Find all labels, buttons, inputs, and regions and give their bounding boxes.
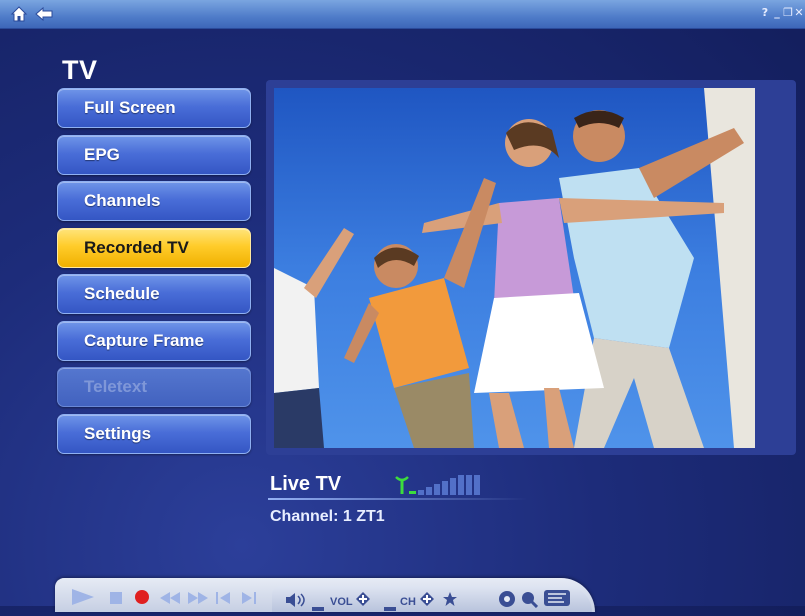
main-menu: Full Screen EPG Channels Recorded TV Sch… bbox=[57, 88, 251, 460]
status-divider bbox=[268, 498, 528, 500]
volume-down-icon[interactable] bbox=[312, 598, 324, 616]
capture-frame-button[interactable]: Capture Frame bbox=[57, 320, 251, 361]
title-bar: ? _ ❐ ✕ bbox=[0, 0, 805, 29]
navigation-pad-icon[interactable] bbox=[498, 590, 516, 613]
skip-back-icon[interactable] bbox=[216, 591, 232, 609]
epg-button[interactable]: EPG bbox=[57, 134, 251, 175]
live-tv-label: Live TV bbox=[270, 473, 342, 495]
page-title: TV bbox=[62, 55, 98, 85]
channel-down-icon[interactable] bbox=[384, 598, 396, 616]
channel-label: CH bbox=[400, 596, 416, 608]
record-icon[interactable] bbox=[134, 589, 150, 610]
volume-up-icon[interactable] bbox=[356, 592, 370, 611]
channels-button[interactable]: Channels bbox=[57, 181, 251, 221]
rewind-icon[interactable] bbox=[160, 591, 180, 609]
schedule-button[interactable]: Schedule bbox=[57, 274, 251, 314]
full-screen-button[interactable]: Full Screen bbox=[57, 88, 251, 128]
recorded-tv-button[interactable]: Recorded TV bbox=[57, 227, 251, 268]
mute-icon[interactable] bbox=[286, 593, 308, 612]
volume-label: VOL bbox=[330, 596, 353, 608]
home-icon[interactable] bbox=[10, 5, 28, 23]
stop-icon[interactable] bbox=[110, 591, 122, 609]
skip-forward-icon[interactable] bbox=[240, 591, 256, 609]
fast-forward-icon[interactable] bbox=[188, 591, 208, 609]
minimize-icon[interactable]: _ bbox=[772, 6, 782, 20]
close-icon[interactable]: ✕ bbox=[794, 6, 804, 20]
channel-up-icon[interactable] bbox=[420, 592, 434, 611]
back-arrow-icon[interactable] bbox=[34, 5, 53, 23]
play-icon[interactable] bbox=[70, 586, 96, 613]
live-video-preview[interactable] bbox=[274, 88, 755, 448]
favorite-channel-icon[interactable] bbox=[442, 591, 458, 612]
help-icon[interactable]: ? bbox=[760, 6, 770, 20]
channel-info: Channel: 1 ZT1 bbox=[270, 508, 385, 525]
zoom-icon[interactable] bbox=[520, 590, 539, 613]
settings-button[interactable]: Settings bbox=[57, 413, 251, 454]
teletext-mode-icon[interactable] bbox=[544, 590, 570, 611]
teletext-button: Teletext bbox=[57, 367, 251, 407]
restore-icon[interactable]: ❐ bbox=[783, 6, 793, 20]
